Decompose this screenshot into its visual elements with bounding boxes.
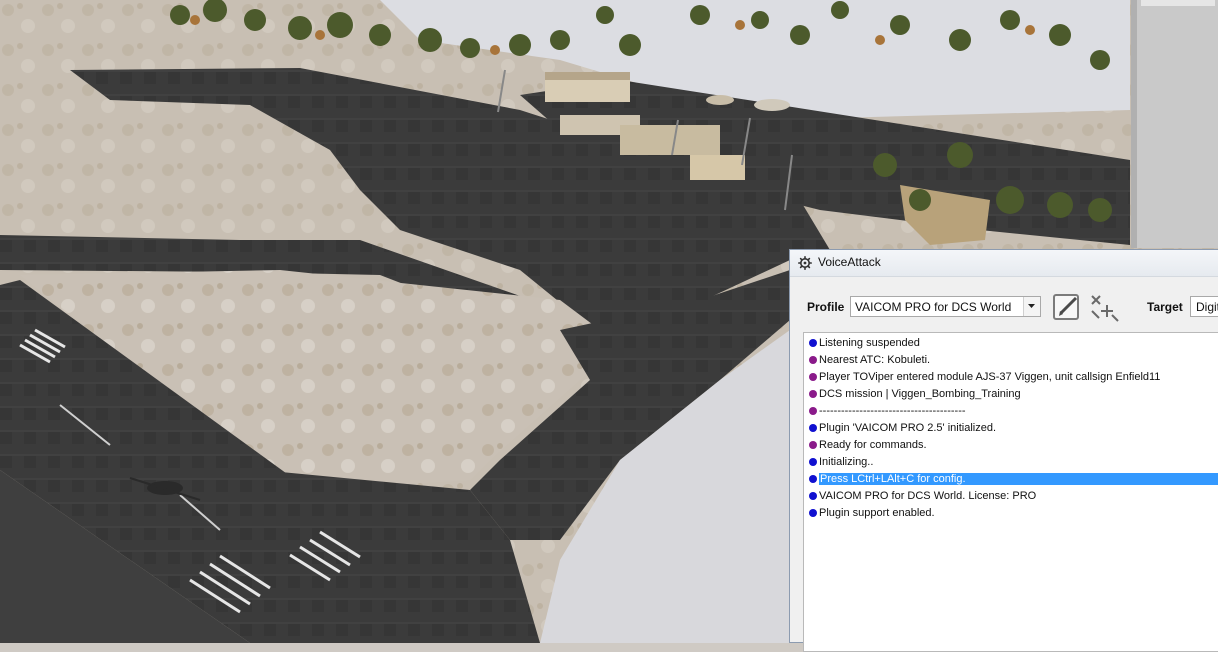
log-item[interactable]: Nearest ATC: Kobuleti. <box>806 352 1218 369</box>
gear-icon <box>798 256 812 270</box>
side-panel-strip <box>1141 0 1215 6</box>
side-panel <box>1131 0 1218 248</box>
chevron-down-icon <box>1028 304 1035 308</box>
status-dot-icon <box>809 475 817 483</box>
window-titlebar[interactable]: VoiceAttack <box>790 250 1218 277</box>
log-item[interactable]: DCS mission | Viggen_Bombing_Training <box>806 386 1218 403</box>
edit-profile-button[interactable] <box>1050 291 1084 323</box>
log-item[interactable]: Press LCtrl+LAlt+C for config. <box>806 471 1218 488</box>
profile-label: Profile <box>807 300 845 314</box>
target-dropdown[interactable]: Digit <box>1190 296 1218 317</box>
target-label: Target <box>1147 300 1183 314</box>
profile-selected-value: VAICOM PRO for DCS World <box>855 300 1012 314</box>
log-item[interactable]: Plugin 'VAICOM PRO 2.5' initialized. <box>806 420 1218 437</box>
log-item[interactable]: ---------------------------------------- <box>806 403 1218 420</box>
profile-dropdown[interactable]: VAICOM PRO for DCS World <box>850 296 1041 317</box>
status-dot-icon <box>809 509 817 517</box>
status-dot-icon <box>809 441 817 449</box>
dropdown-arrow-button[interactable] <box>1023 297 1040 316</box>
status-dot-icon <box>809 458 817 466</box>
log-item[interactable]: Initializing.. <box>806 454 1218 471</box>
status-dot-icon <box>809 356 817 364</box>
target-value: Digit <box>1196 300 1218 314</box>
status-dot-icon <box>809 492 817 500</box>
add-profile-button[interactable] <box>1087 291 1123 323</box>
status-dot-icon <box>809 407 817 415</box>
log-item[interactable]: Ready for commands. <box>806 437 1218 454</box>
log-item[interactable]: Player TOViper entered module AJS-37 Vig… <box>806 369 1218 386</box>
voiceattack-window: VoiceAttack Profile VAICOM PRO for DCS W… <box>789 249 1218 652</box>
status-dot-icon <box>809 424 817 432</box>
status-dot-icon <box>809 390 817 398</box>
status-dot-icon <box>809 373 817 381</box>
add-profile-icon <box>1091 295 1119 322</box>
log-item[interactable]: Listening suspended <box>806 335 1218 352</box>
log-list[interactable]: Listening suspended Nearest ATC: Kobulet… <box>803 332 1218 652</box>
log-item[interactable]: VAICOM PRO for DCS World. License: PRO <box>806 488 1218 505</box>
status-dot-icon <box>809 339 817 347</box>
window-title: VoiceAttack <box>818 255 881 269</box>
log-item[interactable]: Plugin support enabled. <box>806 505 1218 522</box>
